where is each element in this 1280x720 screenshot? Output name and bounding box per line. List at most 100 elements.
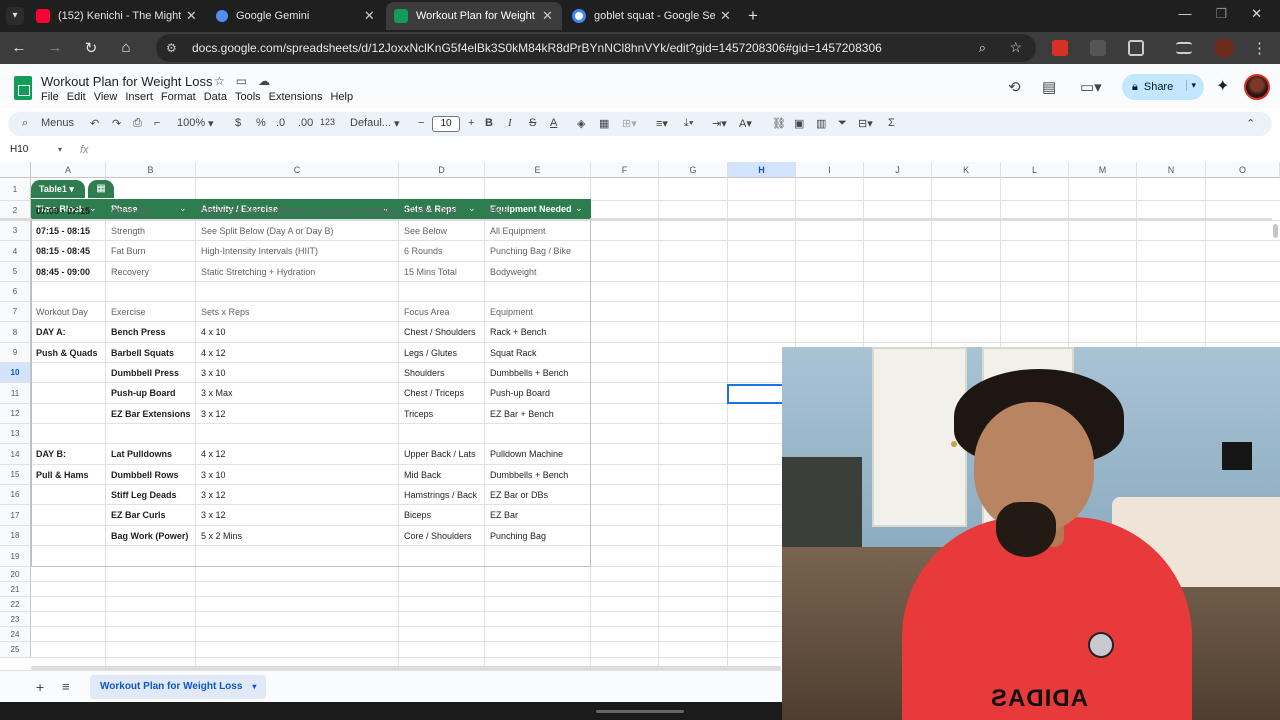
reading-list-icon[interactable] — [1176, 42, 1192, 54]
increase-decimal-button[interactable]: .00 — [298, 117, 313, 129]
table-cell[interactable]: Bodyweight — [490, 267, 537, 277]
table-cell[interactable]: Focus Area — [404, 307, 450, 317]
table-cell[interactable]: DAY A: — [36, 327, 66, 337]
table-cell[interactable]: 15 Mins Total — [404, 206, 457, 216]
table-cell[interactable]: Dumbbell Press — [111, 368, 179, 378]
table-cell[interactable]: Warm-Up — [111, 206, 149, 216]
table-cell[interactable]: Dumbbells + Bench — [490, 470, 568, 480]
search-icon[interactable]: ⌕ — [22, 117, 28, 130]
column-header-g[interactable]: G — [659, 162, 728, 178]
row-header[interactable]: 7 — [0, 302, 31, 322]
extensions-puzzle-icon[interactable] — [1128, 40, 1144, 56]
close-icon[interactable]: ✕ — [719, 8, 732, 24]
row-header[interactable]: 24 — [0, 627, 31, 642]
share-button[interactable]: 🔒︎ Share ▾ — [1122, 74, 1204, 100]
table-cell[interactable]: Fat Burn — [111, 246, 146, 256]
table-cell[interactable]: All Equipment — [490, 226, 546, 236]
font-size-input[interactable]: 10 — [432, 116, 460, 132]
table-cell[interactable]: Bench Press — [111, 327, 166, 337]
table-cell[interactable]: 08:15 - 08:45 — [36, 246, 90, 256]
table-cell[interactable]: Stationary Bike (Moderate) + Dynamic Str… — [201, 206, 396, 216]
menu-extensions[interactable]: Extensions — [269, 91, 323, 103]
row-header[interactable]: 12 — [0, 404, 31, 424]
cloud-status-icon[interactable]: ☁ — [258, 74, 270, 88]
table-cell[interactable]: 6 Rounds — [404, 246, 443, 256]
share-dropdown-icon[interactable]: ▾ — [1186, 80, 1196, 91]
undo-icon[interactable]: ↶ — [90, 117, 99, 130]
select-all-corner[interactable] — [0, 162, 31, 178]
column-header-e[interactable]: E — [485, 162, 591, 178]
row-header[interactable]: 17 — [0, 505, 31, 526]
table-cell[interactable]: 3 x 12 — [201, 510, 226, 520]
table-cell[interactable]: Legs / Glutes — [404, 348, 457, 358]
table-cell[interactable]: Bag Work (Power) — [111, 531, 188, 541]
site-info-icon[interactable]: ⚙ — [166, 41, 177, 55]
comments-icon[interactable]: ▤ — [1042, 78, 1056, 96]
row-header[interactable]: 10 — [0, 363, 31, 383]
column-header-h[interactable]: H — [728, 162, 796, 178]
table-cell[interactable]: Recovery — [111, 267, 149, 277]
table-cell[interactable]: EZ Bar Extensions — [111, 409, 191, 419]
bookmark-star-icon[interactable]: ☆ — [1009, 39, 1022, 56]
menu-edit[interactable]: Edit — [67, 91, 86, 103]
row-header[interactable]: 19 — [0, 546, 31, 567]
table-cell[interactable]: EZ Bar or DBs — [490, 490, 548, 500]
vertical-scrollbar[interactable] — [1273, 224, 1278, 238]
menu-data[interactable]: Data — [204, 91, 227, 103]
table-cell[interactable]: Punching Bag / Bike — [490, 246, 571, 256]
meet-icon[interactable]: ▭▾ — [1080, 78, 1102, 96]
minimize-icon[interactable]: — — [1178, 6, 1191, 22]
filter-views-icon[interactable]: ⊟▾ — [858, 117, 873, 130]
back-icon[interactable]: ← — [10, 39, 28, 56]
vertical-align-icon[interactable]: ⤓▾ — [684, 117, 693, 130]
table-cell[interactable]: Push-up Board — [490, 388, 550, 398]
extension-icon[interactable] — [1090, 40, 1106, 56]
close-window-icon[interactable]: ✕ — [1251, 6, 1262, 22]
table-cell[interactable]: Bike — [490, 206, 508, 216]
row-header[interactable]: 22 — [0, 597, 31, 612]
browser-tab-sheets[interactable]: Workout Plan for Weight Loss ✕ — [386, 2, 562, 30]
row-header[interactable]: 20 — [0, 567, 31, 582]
table-cell[interactable]: 15 Mins Total — [404, 267, 457, 277]
menu-view[interactable]: View — [94, 91, 118, 103]
currency-format-button[interactable]: $ — [235, 117, 241, 129]
restore-icon[interactable]: ❐ — [1215, 6, 1227, 22]
table-cell[interactable]: Squat Rack — [490, 348, 537, 358]
insert-chart-icon[interactable]: ▥ — [816, 117, 826, 130]
table-cell[interactable]: 3 x 12 — [201, 409, 226, 419]
table-view-icon[interactable]: ▦ — [88, 180, 114, 198]
table-cell[interactable]: Dumbbell Rows — [111, 470, 179, 480]
column-header-k[interactable]: K — [932, 162, 1001, 178]
table-name-chip[interactable]: Table1 ▾ — [31, 180, 85, 198]
text-rotation-icon[interactable]: A▾ — [739, 117, 752, 130]
text-wrap-icon[interactable]: ⇥▾ — [712, 117, 727, 130]
browser-menu-icon[interactable]: ⋮ — [1252, 39, 1267, 57]
table-cell[interactable]: Rack + Bench — [490, 327, 546, 337]
menu-file[interactable]: File — [41, 91, 59, 103]
table-cell[interactable]: Equipment — [490, 307, 533, 317]
chevron-down-icon[interactable]: ⌄ — [575, 203, 583, 214]
table-cell[interactable]: Lat Pulldowns — [111, 449, 172, 459]
column-header-b[interactable]: B — [106, 162, 196, 178]
column-header-l[interactable]: L — [1001, 162, 1069, 178]
row-header[interactable]: 23 — [0, 612, 31, 627]
row-header[interactable]: 9 — [0, 343, 31, 363]
table-cell[interactable]: Core / Shoulders — [404, 531, 472, 541]
increase-font-icon[interactable]: + — [468, 117, 474, 129]
table-cell[interactable]: EZ Bar Curls — [111, 510, 166, 520]
gemini-sparkle-icon[interactable]: ✦ — [1216, 76, 1229, 96]
strikethrough-button[interactable]: S — [529, 117, 536, 129]
row-header[interactable]: 4 — [0, 241, 31, 262]
paint-format-icon[interactable]: ⌐ — [154, 117, 160, 129]
account-avatar[interactable] — [1244, 74, 1270, 100]
url-text[interactable]: docs.google.com/spreadsheets/d/12JoxxNcl… — [192, 41, 882, 55]
home-icon[interactable]: ⌂ — [117, 39, 135, 56]
chevron-down-icon[interactable]: ⌄ — [179, 203, 187, 214]
forward-icon[interactable]: → — [46, 39, 64, 56]
reload-icon[interactable]: ↻ — [82, 39, 100, 57]
table-cell[interactable]: DAY B: — [36, 449, 66, 459]
table-cell[interactable]: 07:00 - 07:15 — [36, 206, 90, 216]
sheet-tab-active[interactable]: Workout Plan for Weight Loss ▾ — [90, 675, 267, 699]
document-title[interactable]: Workout Plan for Weight Loss — [41, 74, 213, 89]
table-cell[interactable]: 3 x 10 — [201, 470, 226, 480]
